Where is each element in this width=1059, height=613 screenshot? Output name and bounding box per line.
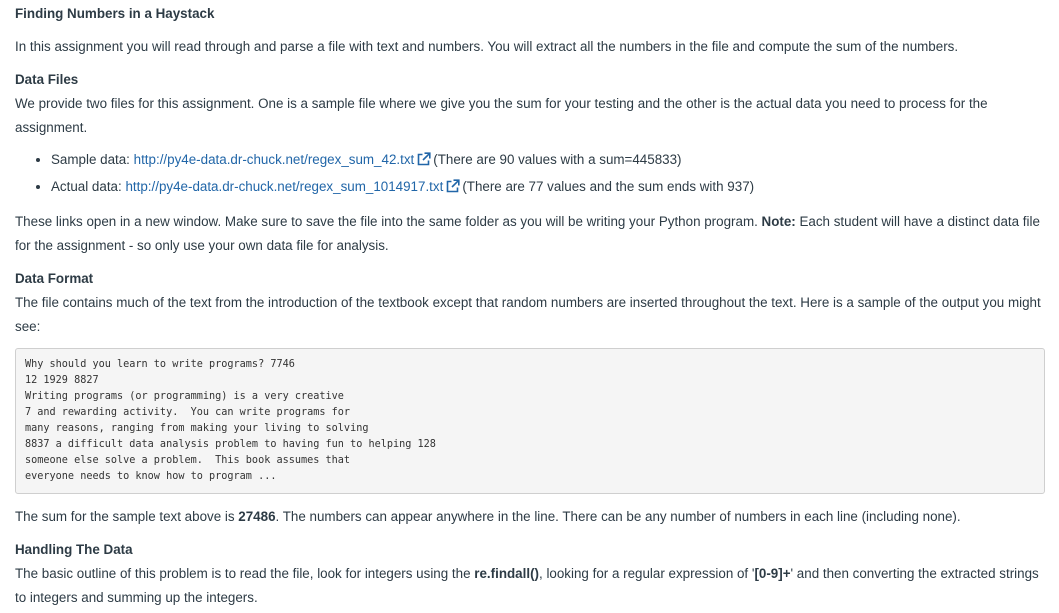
data-files-paragraph: We provide two files for this assignment… bbox=[15, 96, 988, 135]
handling-paragraph: The basic outline of this problem is to … bbox=[15, 562, 1045, 610]
list-item-actual: Actual data: http://py4e-data.dr-chuck.n… bbox=[51, 174, 1045, 201]
data-format-paragraph: The file contains much of the text from … bbox=[15, 295, 1041, 334]
list-item-sample: Sample data: http://py4e-data.dr-chuck.n… bbox=[51, 147, 1045, 174]
sum-value: 27486 bbox=[238, 509, 276, 524]
regex-pattern: [0-9]+ bbox=[754, 566, 791, 581]
handling-mid: , looking for a regular expression of ' bbox=[539, 566, 755, 581]
links-note-paragraph: These links open in a new window. Make s… bbox=[15, 210, 1045, 258]
actual-data-link[interactable]: http://py4e-data.dr-chuck.net/regex_sum_… bbox=[125, 179, 443, 194]
intro-paragraph: In this assignment you will read through… bbox=[15, 39, 959, 54]
data-files-heading: Data Files bbox=[15, 72, 79, 87]
sum-paragraph: The sum for the sample text above is 274… bbox=[15, 505, 1045, 529]
data-files-list: Sample data: http://py4e-data.dr-chuck.n… bbox=[15, 147, 1045, 201]
sample-data-link[interactable]: http://py4e-data.dr-chuck.net/regex_sum_… bbox=[134, 152, 415, 167]
sample-data-note: (There are 90 values with a sum=445833) bbox=[433, 152, 682, 167]
actual-data-note: (There are 77 values and the sum ends wi… bbox=[462, 179, 755, 194]
links-note-text: These links open in a new window. Make s… bbox=[15, 214, 762, 229]
handling-text: The basic outline of this problem is to … bbox=[15, 566, 475, 581]
data-format-heading: Data Format bbox=[15, 271, 94, 286]
findall-function: re.findall() bbox=[474, 566, 539, 581]
sample-data-label: Sample data: bbox=[51, 152, 134, 167]
assignment-content: Finding Numbers in a Haystack In this as… bbox=[0, 0, 1059, 610]
page-title: Finding Numbers in a Haystack bbox=[15, 6, 215, 21]
external-link-icon[interactable] bbox=[446, 176, 460, 201]
external-link-icon[interactable] bbox=[417, 149, 431, 174]
sum-rest: . The numbers can appear anywhere in the… bbox=[275, 509, 961, 524]
note-label: Note: bbox=[761, 214, 796, 229]
handling-heading: Handling The Data bbox=[15, 542, 133, 557]
sum-text: The sum for the sample text above is bbox=[15, 509, 239, 524]
actual-data-label: Actual data: bbox=[51, 179, 126, 194]
sample-output-block: Why should you learn to write programs? … bbox=[15, 348, 1045, 494]
